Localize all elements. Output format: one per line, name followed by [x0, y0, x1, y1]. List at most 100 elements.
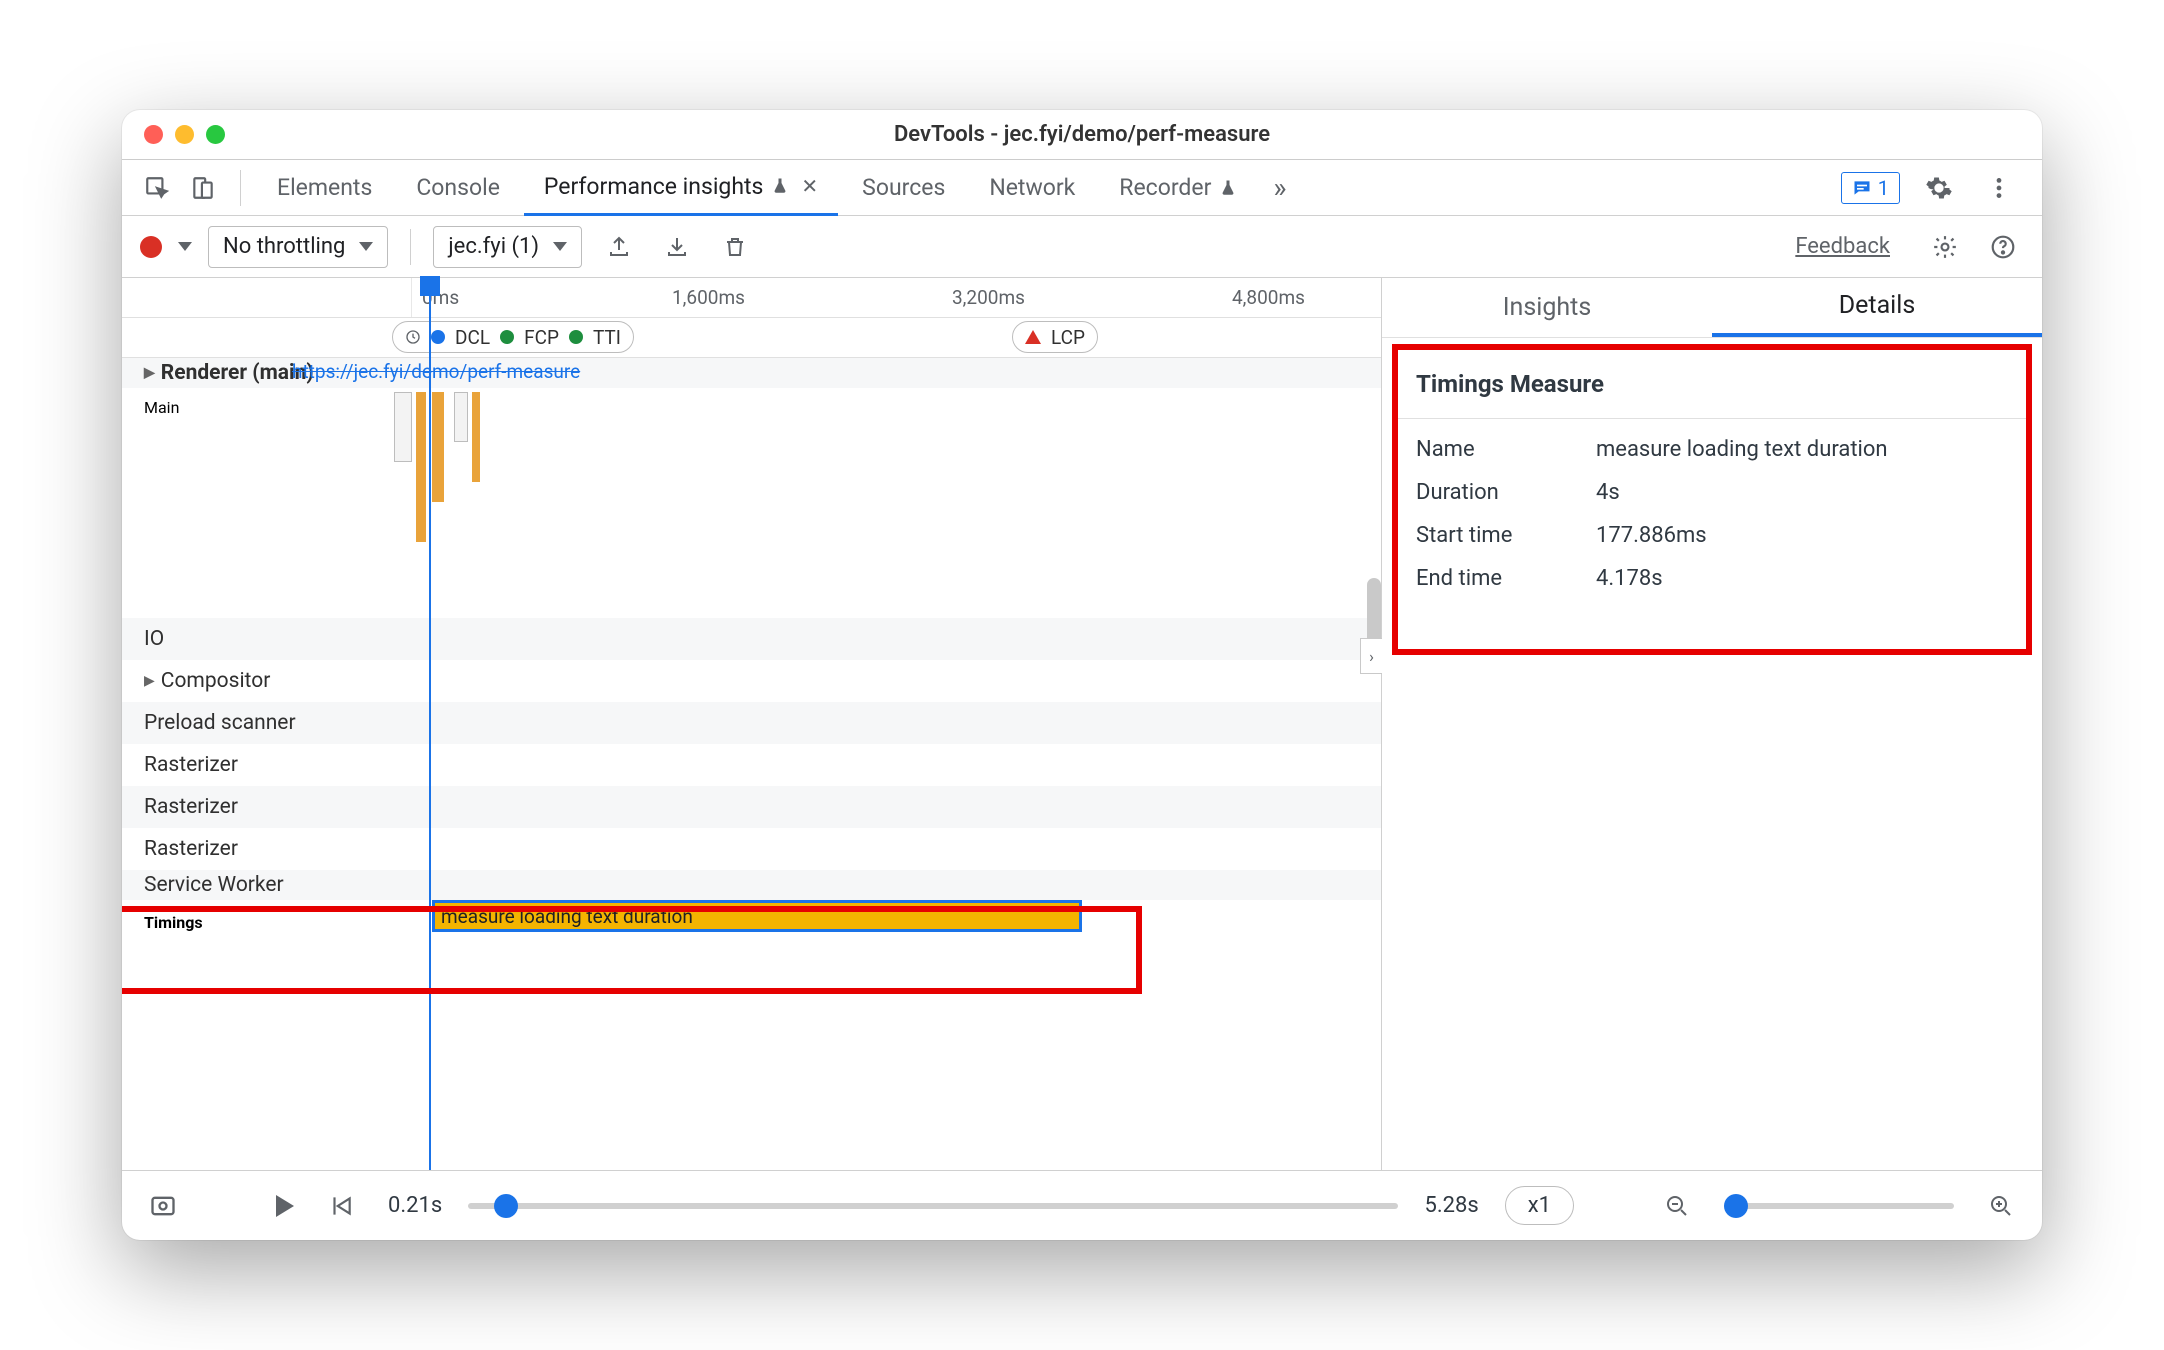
- chat-icon: [1852, 178, 1872, 198]
- export-icon[interactable]: [598, 226, 640, 268]
- panel-settings-icon[interactable]: [1924, 226, 1966, 268]
- track-rasterizer[interactable]: Rasterizer: [122, 744, 1381, 786]
- play-button[interactable]: [276, 1195, 294, 1217]
- markers-row: DCL FCP TTI LCP: [122, 318, 1381, 358]
- zoom-slider[interactable]: [1724, 1203, 1954, 1209]
- track-preload-scanner[interactable]: Preload scanner: [122, 702, 1381, 744]
- marker-dot: [500, 330, 514, 344]
- tab-details[interactable]: Details: [1712, 278, 2042, 337]
- separator: [410, 229, 411, 265]
- tick-label: 4,800ms: [1232, 286, 1305, 309]
- close-window-button[interactable]: [144, 125, 163, 144]
- details-tabs: Insights Details: [1382, 278, 2042, 338]
- track-compositor[interactable]: ▶Compositor: [122, 660, 1381, 702]
- recording-select[interactable]: jec.fyi (1): [433, 226, 582, 268]
- playhead[interactable]: [429, 278, 431, 1170]
- tab-network[interactable]: Network: [969, 160, 1095, 216]
- play-icon: [276, 1195, 294, 1217]
- help-icon[interactable]: [1982, 226, 2024, 268]
- detail-value: measure loading text duration: [1596, 437, 2008, 462]
- toggle-view-icon[interactable]: [142, 1185, 184, 1227]
- tracks: ▶ Renderer (main) https://jec.fyi/demo/p…: [122, 358, 1381, 1170]
- titlebar: DevTools - jec.fyi/demo/perf-measure: [122, 110, 2042, 160]
- task-block[interactable]: [472, 392, 480, 482]
- task-block[interactable]: [454, 392, 468, 442]
- chevron-down-icon: [359, 242, 373, 251]
- minimize-window-button[interactable]: [175, 125, 194, 144]
- throttling-value: No throttling: [223, 234, 345, 259]
- tab-label: Recorder: [1119, 174, 1211, 201]
- marker-pill-lcp[interactable]: LCP: [1012, 321, 1098, 353]
- track-io[interactable]: IO: [122, 618, 1381, 660]
- recording-value: jec.fyi (1): [448, 234, 539, 259]
- tab-recorder[interactable]: Recorder: [1099, 160, 1257, 216]
- devtools-window: DevTools - jec.fyi/demo/perf-measure Ele…: [122, 110, 2042, 1240]
- playback-slider[interactable]: [468, 1203, 1398, 1209]
- slider-thumb[interactable]: [494, 1194, 518, 1218]
- playback-bar: 0.21s 5.28s x1: [122, 1170, 2042, 1240]
- timeline-pane: 0ms 1,600ms 3,200ms 4,800ms DCL FCP: [122, 278, 1382, 1170]
- clock-icon: [405, 329, 421, 345]
- zoom-out-icon[interactable]: [1656, 1185, 1698, 1227]
- record-button[interactable]: [140, 236, 162, 258]
- issues-count: 1: [1878, 176, 1889, 200]
- chevron-down-icon: [553, 242, 567, 251]
- collapse-sidebar-icon[interactable]: ›: [1360, 638, 1382, 674]
- track-rasterizer[interactable]: Rasterizer: [122, 786, 1381, 828]
- issues-badge[interactable]: 1: [1841, 172, 1900, 204]
- timings-measure-bar[interactable]: measure loading text duration: [432, 900, 1082, 932]
- delete-icon[interactable]: [714, 226, 756, 268]
- track-service-worker[interactable]: Service Worker: [122, 870, 1381, 900]
- more-tabs-icon[interactable]: »: [1261, 171, 1298, 204]
- detail-key: End time: [1416, 566, 1596, 591]
- tab-insights[interactable]: Insights: [1382, 278, 1712, 337]
- traffic-lights: [144, 125, 225, 144]
- warning-icon: [1025, 330, 1041, 344]
- detail-value: 177.886ms: [1596, 523, 2008, 548]
- rewind-icon[interactable]: [320, 1185, 362, 1227]
- track-main[interactable]: Main: [122, 388, 1381, 618]
- main-area: 0ms 1,600ms 3,200ms 4,800ms DCL FCP: [122, 278, 2042, 1170]
- flask-icon: [1219, 179, 1237, 197]
- tab-console[interactable]: Console: [396, 160, 520, 216]
- feedback-link[interactable]: Feedback: [1795, 234, 1890, 259]
- track-rasterizer[interactable]: Rasterizer: [122, 828, 1381, 870]
- tab-elements[interactable]: Elements: [257, 160, 392, 216]
- playhead-handle[interactable]: [420, 276, 440, 296]
- renderer-url: https://jec.fyi/demo/perf-measure: [292, 360, 580, 383]
- slider-thumb[interactable]: [1724, 1194, 1748, 1218]
- zoom-window-button[interactable]: [206, 125, 225, 144]
- throttling-select[interactable]: No throttling: [208, 226, 388, 268]
- separator: [240, 170, 241, 206]
- window-title: DevTools - jec.fyi/demo/perf-measure: [122, 122, 2042, 147]
- tab-performance-insights[interactable]: Performance insights ✕: [524, 160, 838, 216]
- playback-end-time: 5.28s: [1424, 1193, 1478, 1218]
- track-renderer[interactable]: ▶ Renderer (main) https://jec.fyi/demo/p…: [122, 358, 1381, 388]
- task-block[interactable]: [432, 392, 444, 502]
- tab-label: Performance insights: [544, 173, 764, 200]
- perf-toolbar: No throttling jec.fyi (1) Feedback: [122, 216, 2042, 278]
- detail-key: Start time: [1416, 523, 1596, 548]
- detail-key: Duration: [1416, 480, 1596, 505]
- inspect-icon[interactable]: [136, 167, 178, 209]
- settings-icon[interactable]: [1918, 167, 1960, 209]
- device-toolbar-icon[interactable]: [182, 167, 224, 209]
- kebab-menu-icon[interactable]: [1978, 167, 2020, 209]
- detail-value: 4.178s: [1596, 566, 2008, 591]
- playback-start-time: 0.21s: [388, 1193, 442, 1218]
- details-pane: Insights Details Timings Measure Name me…: [1382, 278, 2042, 1170]
- import-icon[interactable]: [656, 226, 698, 268]
- playback-speed[interactable]: x1: [1505, 1186, 1574, 1225]
- track-timings[interactable]: Timings measure loading text duration: [122, 900, 1381, 944]
- marker-dot: [569, 330, 583, 344]
- time-ruler[interactable]: 0ms 1,600ms 3,200ms 4,800ms: [122, 278, 1381, 318]
- task-block[interactable]: [416, 392, 426, 542]
- record-dropdown-icon[interactable]: [178, 242, 192, 251]
- zoom-in-icon[interactable]: [1980, 1185, 2022, 1227]
- task-block[interactable]: [394, 392, 412, 462]
- panel-tabs: Elements Console Performance insights ✕ …: [122, 160, 2042, 216]
- close-tab-icon[interactable]: ✕: [801, 174, 818, 198]
- tab-sources[interactable]: Sources: [842, 160, 965, 216]
- tick-label: 1,600ms: [672, 286, 745, 309]
- marker-dot: [431, 330, 445, 344]
